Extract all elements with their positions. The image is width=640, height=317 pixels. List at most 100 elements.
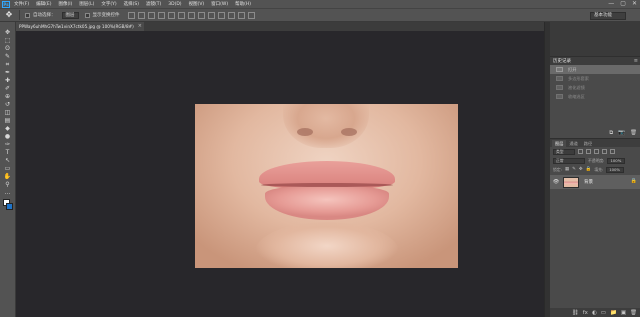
snapshot-icon[interactable]: 📷 — [618, 130, 625, 136]
menu-layer[interactable]: 图层(L) — [79, 1, 94, 7]
lock-all-icon[interactable]: 🔒 — [586, 167, 592, 172]
gradient-icon[interactable]: ▤ — [3, 117, 13, 125]
minimize-icon[interactable]: — — [608, 0, 614, 8]
layers-panel: 图层 通道 路径 类型 正常 不透明度: 100% 锁定: ▦ ✎ ✥ 🔒 填充… — [550, 138, 640, 317]
align-right-icon[interactable] — [177, 11, 185, 19]
zoom-icon[interactable]: ⚲ — [3, 181, 13, 189]
tab-close-icon[interactable]: × — [138, 22, 142, 31]
history-state-icon — [556, 85, 563, 90]
filter-type-icon[interactable] — [594, 149, 599, 154]
distribute-hcenter-icon[interactable] — [227, 11, 235, 19]
tab-layers[interactable]: 图层 — [552, 140, 567, 147]
eyedropper-icon[interactable]: ✒ — [3, 69, 13, 77]
opacity-label: 不透明度: — [588, 157, 605, 163]
eye-icon[interactable]: 👁 — [552, 179, 560, 185]
panel-menu-icon[interactable]: ≡ — [634, 57, 638, 65]
healing-brush-icon[interactable]: ✚ — [3, 77, 13, 85]
history-item-liquify[interactable]: 液化滤镜 — [550, 83, 640, 92]
align-left-icon[interactable] — [157, 11, 165, 19]
delete-icon[interactable]: 🗑 — [630, 130, 637, 136]
canvas-area[interactable] — [16, 31, 544, 317]
history-item-label: 液化滤镜 — [568, 84, 585, 90]
distribute-left-icon[interactable] — [217, 11, 225, 19]
workspace-dropdown[interactable]: 基本功能 — [590, 12, 626, 20]
auto-select-checkbox[interactable] — [25, 12, 30, 18]
clone-stamp-icon[interactable]: ⊕ — [3, 93, 13, 101]
distribute-right-icon[interactable] — [237, 11, 245, 19]
separator — [19, 10, 20, 20]
blend-row: 正常 不透明度: 100% — [550, 156, 640, 165]
menu-edit[interactable]: 编辑(E) — [36, 1, 51, 7]
filter-adjustment-icon[interactable] — [586, 149, 591, 154]
auto-align-icon[interactable] — [247, 11, 255, 19]
align-top-icon[interactable] — [127, 11, 135, 19]
menu-file[interactable]: 文件(F) — [14, 1, 29, 7]
menu-type[interactable]: 文字(Y) — [101, 1, 116, 7]
lock-pixels-icon[interactable]: ✎ — [572, 167, 576, 172]
menu-image[interactable]: 图像(I) — [58, 1, 72, 7]
group-folder-icon[interactable]: 📁 — [610, 310, 617, 316]
menu-3d[interactable]: 3D(D) — [168, 2, 181, 7]
new-document-from-state-icon[interactable]: ⧉ — [609, 130, 613, 137]
layer-style-icon[interactable]: fx — [583, 310, 588, 316]
brush-icon[interactable]: ✐ — [3, 85, 13, 93]
align-hcenter-icon[interactable] — [167, 11, 175, 19]
rectangle-icon[interactable]: ▭ — [3, 165, 13, 173]
transform-controls-checkbox[interactable] — [84, 12, 90, 18]
mask-icon[interactable]: ◐ — [592, 310, 597, 316]
move-icon[interactable]: ✥ — [4, 10, 14, 20]
color-swatches[interactable] — [2, 199, 14, 211]
move-tool-icon[interactable]: ✥ — [3, 29, 13, 37]
distribute-bottom-icon[interactable] — [207, 11, 215, 19]
hand-icon[interactable]: ✋ — [3, 173, 13, 181]
filter-shape-icon[interactable] — [602, 149, 607, 154]
lasso-icon[interactable]: ʘ — [3, 45, 13, 53]
fill-field[interactable]: 100% — [606, 166, 625, 173]
pen-icon[interactable]: ✑ — [3, 141, 13, 149]
lock-position-icon[interactable]: ✥ — [579, 167, 583, 172]
menu-filter[interactable]: 滤镜(T) — [146, 1, 161, 7]
quick-select-icon[interactable]: ✎ — [3, 53, 13, 61]
menu-view[interactable]: 视图(V) — [189, 1, 205, 7]
link-layers-icon[interactable]: ⛓ — [572, 310, 579, 316]
history-item-open[interactable]: 打开 — [550, 65, 640, 74]
menu-window[interactable]: 窗口(W) — [211, 1, 228, 7]
distribute-top-icon[interactable] — [187, 11, 195, 19]
layer-kind-dropdown[interactable]: 类型 — [553, 148, 575, 155]
maximize-icon[interactable]: ▢ — [620, 0, 626, 8]
crop-icon[interactable]: ⌗ — [3, 61, 13, 69]
auto-select-target-dropdown[interactable]: 图层 — [61, 11, 79, 19]
tab-paths[interactable]: 路径 — [581, 140, 595, 147]
history-item-polygon-lasso[interactable]: 多边形套索 — [550, 74, 640, 83]
lock-transparent-icon[interactable]: ▦ — [565, 167, 569, 172]
background-color-swatch[interactable] — [5, 203, 13, 210]
blend-mode-dropdown[interactable]: 正常 — [553, 157, 585, 164]
blur-icon[interactable]: ◆ — [3, 125, 13, 133]
type-icon[interactable]: T — [3, 149, 13, 157]
document-tab[interactable]: PPWay6uhMhG7hTw1vinX7ctk05.jpg @ 100%(RG… — [16, 22, 144, 31]
distribute-vcenter-icon[interactable] — [197, 11, 205, 19]
filter-pixel-icon[interactable] — [578, 149, 583, 154]
history-brush-icon[interactable]: ↺ — [3, 101, 13, 109]
align-bottom-icon[interactable] — [147, 11, 155, 19]
adjustment-layer-icon[interactable]: ▭ — [601, 310, 606, 316]
dodge-icon[interactable]: ● — [3, 133, 13, 141]
layer-row-background[interactable]: 👁 背景 🔒 — [550, 175, 640, 189]
menu-help[interactable]: 帮助(H) — [235, 1, 251, 7]
menu-select[interactable]: 选择(S) — [124, 1, 139, 7]
tab-channels[interactable]: 通道 — [566, 140, 580, 147]
eraser-icon[interactable]: ◫ — [3, 109, 13, 117]
extra-tools-icon[interactable]: … — [3, 189, 13, 197]
lips-photo[interactable] — [195, 104, 458, 268]
marquee-icon[interactable]: ⬚ — [3, 37, 13, 45]
close-icon[interactable]: ✕ — [632, 0, 637, 8]
opacity-field[interactable]: 100% — [607, 157, 626, 164]
align-vcenter-icon[interactable] — [137, 11, 145, 19]
history-item-contract-selection[interactable]: 收缩选区 — [550, 92, 640, 101]
history-panel-header[interactable]: 历史记录 ≡ — [550, 57, 640, 65]
photoshop-logo: Ps — [2, 0, 10, 8]
path-select-icon[interactable]: ↖ — [3, 157, 13, 165]
new-layer-icon[interactable]: ▣ — [621, 310, 626, 316]
filter-smart-object-icon[interactable] — [610, 149, 615, 154]
delete-layer-icon[interactable]: 🗑 — [630, 310, 637, 316]
